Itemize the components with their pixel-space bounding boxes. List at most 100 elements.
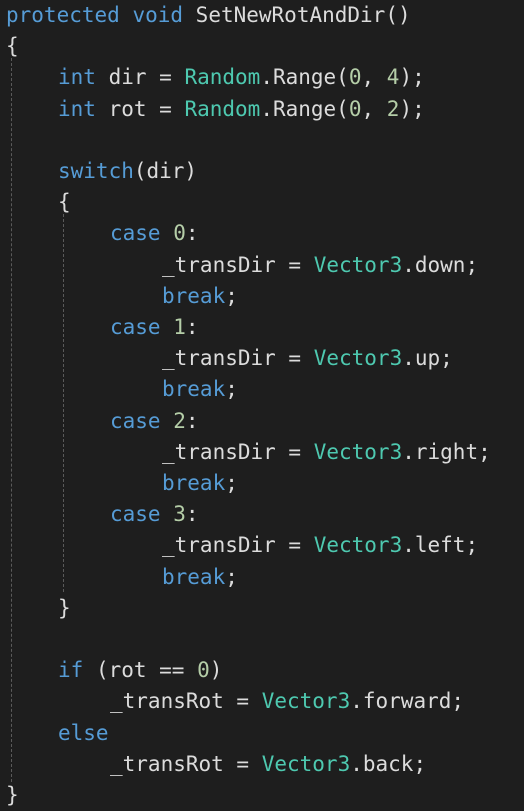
code-line: break; — [162, 374, 238, 405]
indent-guide — [63, 214, 64, 592]
code-line: break; — [162, 281, 238, 312]
code-token: dir = — [95, 65, 185, 90]
code-token: SetNewRotAndDir() — [183, 3, 411, 27]
code-token: rot = — [95, 96, 185, 121]
code-token: .back; — [350, 751, 427, 776]
code-token: ); — [399, 96, 425, 121]
code-token: case — [110, 408, 161, 433]
code-token: ) — [209, 658, 223, 683]
code-line: protected void SetNewRotAndDir() — [6, 0, 411, 31]
code-token: switch — [58, 159, 134, 183]
code-token: protected — [6, 3, 120, 27]
code-token: _transRot = — [110, 751, 262, 776]
code-line: } — [58, 593, 71, 624]
code-token: : — [185, 502, 199, 527]
code-line: case 3: — [110, 499, 199, 530]
code-token: Vector3 — [313, 346, 403, 371]
code-line: else — [58, 718, 109, 749]
code-token: .Range( — [260, 96, 349, 121]
code-token: else — [58, 720, 109, 745]
indent-guide — [11, 58, 12, 782]
code-token: _transDir = — [162, 439, 314, 464]
code-line: break; — [162, 562, 238, 593]
code-line: _transRot = Vector3.back; — [110, 749, 426, 780]
code-token: case — [110, 502, 161, 527]
code-token: .right; — [402, 439, 491, 464]
code-editor[interactable]: protected void SetNewRotAndDir() { int dir… — [0, 0, 524, 811]
code-token: Vector3 — [313, 252, 403, 277]
code-token: 0 — [197, 658, 210, 683]
code-token: _transRot = — [110, 689, 262, 714]
code-line: if (rot == 0) — [58, 655, 222, 686]
code-token: void — [132, 3, 184, 27]
code-token: } — [58, 595, 71, 620]
code-line: _transDir = Vector3.down; — [162, 250, 478, 281]
code-line: int dir = Random.Range(0, 4); — [58, 62, 425, 93]
code-token: Random — [184, 96, 261, 121]
code-token: } — [6, 783, 19, 807]
code-token: .left; — [402, 533, 479, 558]
code-token: 2 — [386, 96, 400, 121]
code-token: 0 — [348, 96, 362, 121]
code-line: _transDir = Vector3.right; — [162, 437, 491, 468]
code-token: { — [58, 190, 71, 215]
code-token: .down; — [402, 252, 479, 277]
code-token: Vector3 — [313, 439, 403, 464]
code-token: break — [162, 471, 226, 495]
code-token: case — [110, 315, 161, 339]
code-token: : — [185, 221, 199, 246]
code-token: Random — [184, 65, 261, 90]
code-token: , — [361, 96, 387, 121]
code-token: 3 — [173, 502, 186, 527]
code-token: ; — [225, 377, 238, 402]
code-token: .up; — [402, 346, 453, 371]
code-token: : — [185, 315, 199, 339]
code-token: 0 — [348, 65, 362, 90]
code-token: break — [162, 283, 226, 308]
code-token: ; — [225, 283, 238, 308]
code-token: 0 — [173, 221, 186, 246]
code-token: Vector3 — [261, 751, 351, 776]
code-token: , — [361, 65, 387, 90]
code-token: 4 — [386, 65, 400, 90]
code-line: { — [58, 187, 71, 218]
code-line: case 2: — [110, 406, 199, 437]
code-token: break — [162, 377, 226, 402]
code-token: int — [58, 65, 96, 90]
code-token: { — [6, 34, 19, 59]
code-token: .Range( — [260, 65, 349, 90]
code-token: 1 — [173, 315, 186, 339]
code-token: break — [162, 564, 226, 589]
code-line: case 0: — [110, 218, 199, 249]
code-token: .forward; — [350, 689, 465, 714]
code-line: _transDir = Vector3.left; — [162, 530, 478, 561]
code-line: switch(dir) — [58, 156, 197, 187]
code-token: ; — [225, 471, 238, 495]
code-token: : — [185, 408, 199, 433]
code-line: int rot = Random.Range(0, 2); — [58, 94, 425, 125]
code-token: 2 — [173, 408, 186, 433]
code-line: break; — [162, 468, 238, 499]
code-line: case 1: — [110, 312, 199, 343]
code-line: } — [6, 780, 19, 811]
code-line: _transRot = Vector3.forward; — [110, 686, 464, 717]
code-token: case — [110, 221, 161, 246]
code-token: Vector3 — [261, 689, 351, 714]
code-token: ; — [225, 564, 238, 589]
code-token: (rot == — [83, 658, 198, 683]
code-token: int — [58, 96, 96, 121]
code-token: (dir) — [133, 159, 198, 183]
code-token: _transDir = — [162, 252, 314, 277]
code-token: _transDir = — [162, 533, 314, 558]
code-token: if — [58, 658, 84, 683]
code-token: ); — [399, 65, 425, 90]
code-token: _transDir = — [162, 346, 314, 371]
code-token: Vector3 — [313, 533, 403, 558]
code-line: { — [6, 31, 19, 62]
code-line: _transDir = Vector3.up; — [162, 343, 453, 374]
